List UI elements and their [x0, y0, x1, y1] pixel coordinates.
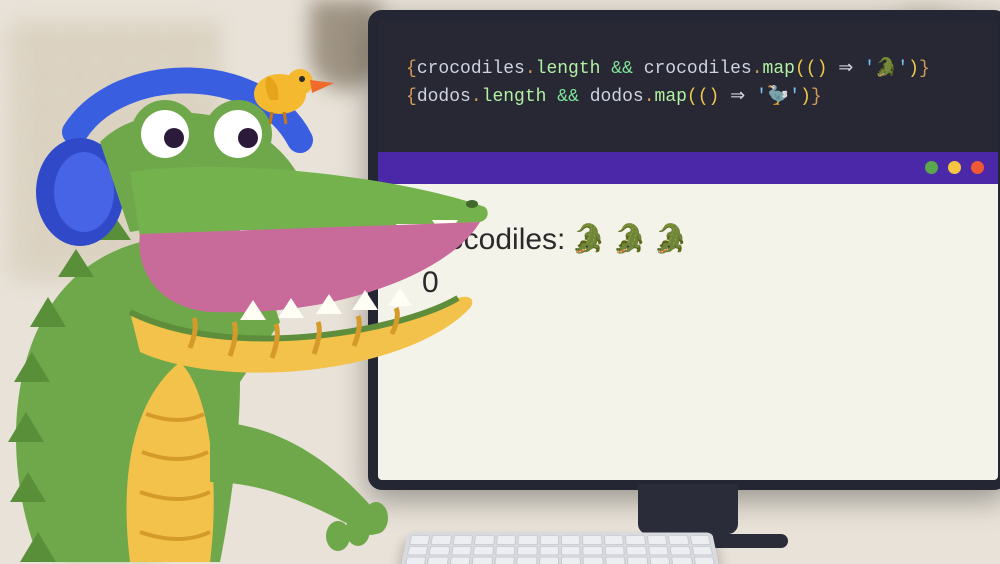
crocodile-emoji-icon: 🐊 [571, 219, 606, 260]
monitor-stand [638, 484, 738, 534]
traffic-light-yellow-icon [948, 161, 961, 174]
output-line-crocodiles: crocodiles: 🐊 🐊 🐊 [422, 218, 954, 262]
crocodile-emoji-icon: 🐊 [612, 219, 647, 260]
output-line-zero: 0 [422, 261, 954, 305]
dodo-emoji-icon: 🦤 [767, 87, 789, 107]
traffic-light-green-icon [925, 161, 938, 174]
crocodile-emoji-icon: 🐊 [875, 59, 897, 79]
crocodile-character-illustration [0, 62, 500, 564]
crocodile-emoji-icon: 🐊 [653, 219, 688, 260]
traffic-light-red-icon [971, 161, 984, 174]
